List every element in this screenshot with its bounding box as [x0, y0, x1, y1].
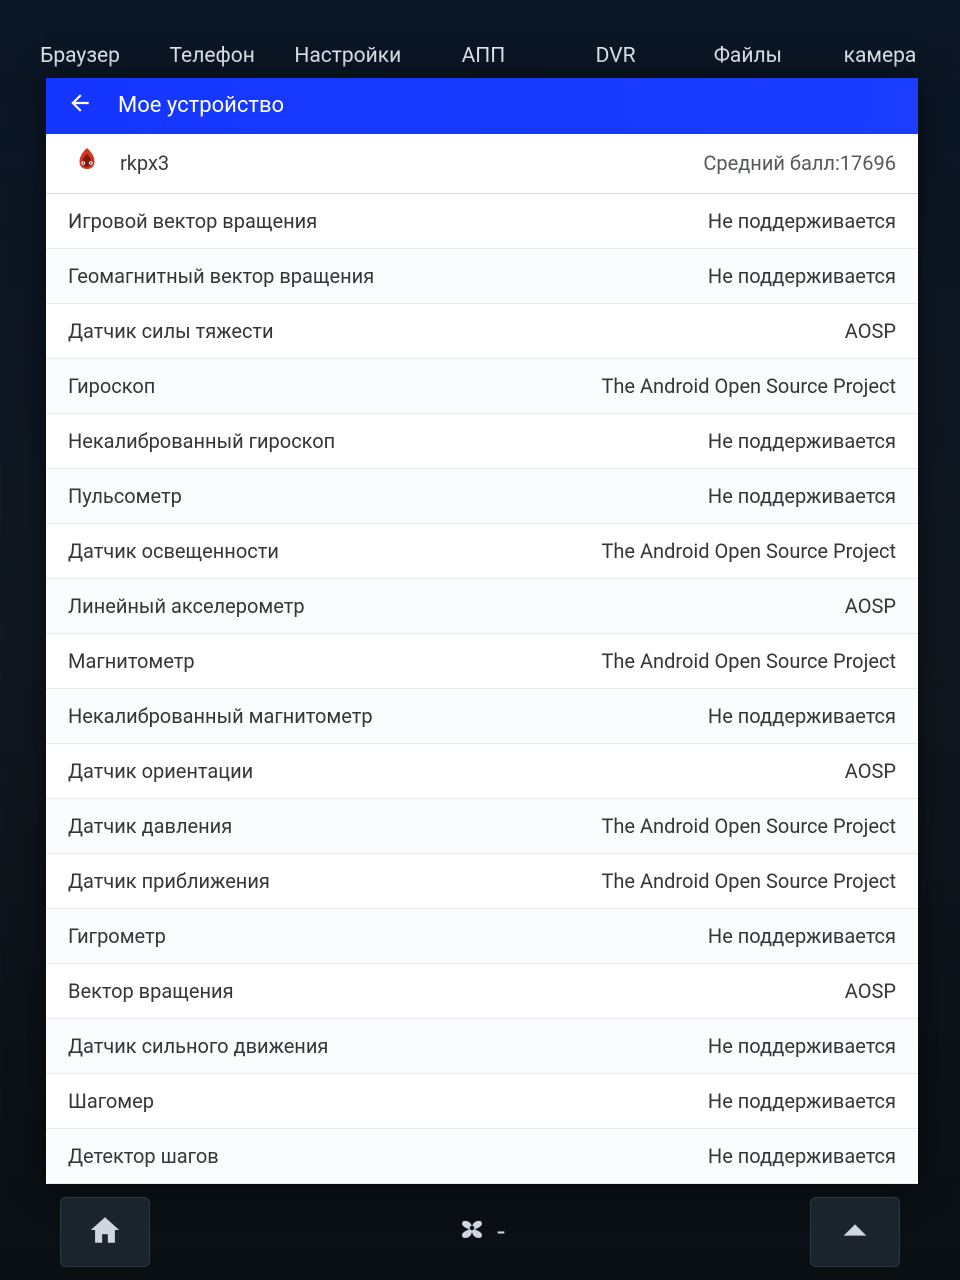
- sensor-value: The Android Open Source Project: [601, 374, 896, 398]
- sensor-value: Не поддерживается: [708, 1034, 896, 1058]
- sensor-label: Датчик силы тяжести: [68, 319, 274, 343]
- sensor-value: Не поддерживается: [708, 704, 896, 728]
- sensor-row[interactable]: Датчик приближения The Android Open Sourc…: [46, 854, 918, 909]
- bottom-nav-bar: -: [0, 1184, 960, 1280]
- launcher-label: DVR: [596, 44, 636, 68]
- app-header: Мое устройство: [46, 78, 918, 134]
- sensor-value: AOSP: [845, 594, 896, 618]
- sensor-row[interactable]: Датчик давления The Android Open Source P…: [46, 799, 918, 854]
- sensor-label: Некалиброванный гироскоп: [68, 429, 335, 453]
- sensor-label: Пульсометр: [68, 484, 182, 508]
- sensor-value: Не поддерживается: [708, 924, 896, 948]
- antutu-app: Мое устройство rkpx3 Средний балл:17696 …: [46, 78, 918, 1184]
- sensor-row[interactable]: Вектор вращения AOSP: [46, 964, 918, 1019]
- back-button[interactable]: [60, 86, 100, 126]
- sensor-value: Не поддерживается: [708, 264, 896, 288]
- device-name: rkpx3: [120, 151, 169, 175]
- sensor-value: AOSP: [845, 319, 896, 343]
- antutu-flame-icon: [68, 144, 106, 182]
- sensor-value: Не поддерживается: [708, 484, 896, 508]
- arrow-left-icon: [67, 90, 93, 122]
- sensor-row[interactable]: Шагомер Не поддерживается: [46, 1074, 918, 1129]
- page-title: Мое устройство: [118, 93, 284, 118]
- launcher-item-phone[interactable]: Телефон: [162, 44, 262, 68]
- sensor-label: Магнитометр: [68, 649, 195, 673]
- sensor-value: The Android Open Source Project: [601, 869, 896, 893]
- device-score: Средний балл:17696: [703, 151, 896, 175]
- sensor-value: The Android Open Source Project: [601, 649, 896, 673]
- sensor-value: AOSP: [845, 759, 896, 783]
- launcher-label: Телефон: [170, 44, 255, 68]
- sensor-row[interactable]: Магнитометр The Android Open Source Proje…: [46, 634, 918, 689]
- sensor-label: Датчик давления: [68, 814, 232, 838]
- sensor-row[interactable]: Гигрометр Не поддерживается: [46, 909, 918, 964]
- chevron-up-icon: [838, 1213, 872, 1251]
- sensor-row[interactable]: Некалиброванный гироскоп Не поддерживаетс…: [46, 414, 918, 469]
- sensor-row[interactable]: Некалиброванный магнитометр Не поддержива…: [46, 689, 918, 744]
- sensor-value: The Android Open Source Project: [601, 814, 896, 838]
- sensor-label: Игровой вектор вращения: [68, 209, 317, 233]
- screen: Браузер Телефон Настройки АПП DVR Файлы …: [0, 0, 960, 1280]
- launcher-item-settings[interactable]: Настройки: [294, 44, 401, 68]
- launcher-item-files[interactable]: Файлы: [698, 44, 798, 68]
- device-summary: rkpx3 Средний балл:17696: [46, 134, 918, 194]
- sensor-value: The Android Open Source Project: [601, 539, 896, 563]
- sensor-label: Гигрометр: [68, 924, 166, 948]
- sensor-label: Линейный акселерометр: [68, 594, 305, 618]
- sensor-row[interactable]: Датчик силы тяжести AOSP: [46, 304, 918, 359]
- launcher-label: АПП: [462, 44, 506, 68]
- sensor-label: Датчик приближения: [68, 869, 270, 893]
- sensor-label: Вектор вращения: [68, 979, 234, 1003]
- sensor-label: Геомагнитный вектор вращения: [68, 264, 374, 288]
- fan-widget[interactable]: -: [455, 1211, 505, 1252]
- home-icon: [88, 1213, 122, 1251]
- launcher-item-app[interactable]: АПП: [433, 44, 533, 68]
- sensor-label: Гироскоп: [68, 374, 155, 398]
- sensor-label: Детектор шагов: [68, 1144, 219, 1168]
- launcher-item-browser[interactable]: Браузер: [30, 44, 130, 68]
- sensor-row[interactable]: Датчик ориентации AOSP: [46, 744, 918, 799]
- launcher-label: Файлы: [714, 44, 782, 68]
- sensor-row[interactable]: Гироскоп The Android Open Source Project: [46, 359, 918, 414]
- launcher-label: камера: [844, 44, 917, 68]
- sensor-label: Датчик ориентации: [68, 759, 253, 783]
- launcher-label: Настройки: [294, 44, 401, 68]
- sensor-value: Не поддерживается: [708, 429, 896, 453]
- sensor-value: AOSP: [845, 979, 896, 1003]
- up-button[interactable]: [810, 1197, 900, 1267]
- launcher-label: Браузер: [40, 44, 120, 68]
- sensor-row[interactable]: Детектор шагов Не поддерживается: [46, 1129, 918, 1184]
- sensor-row[interactable]: Геомагнитный вектор вращения Не поддержив…: [46, 249, 918, 304]
- fan-icon: [455, 1211, 489, 1252]
- launcher-bar: Браузер Телефон Настройки АПП DVR Файлы …: [0, 0, 960, 78]
- sensor-label: Шагомер: [68, 1089, 154, 1113]
- sensor-label: Датчик сильного движения: [68, 1034, 328, 1058]
- sensor-value: Не поддерживается: [708, 1089, 896, 1113]
- launcher-item-camera[interactable]: камера: [830, 44, 930, 68]
- sensor-row[interactable]: Линейный акселерометр AOSP: [46, 579, 918, 634]
- sensor-label: Датчик освещенности: [68, 539, 279, 563]
- sensor-list[interactable]: Игровой вектор вращения Не поддерживается…: [46, 194, 918, 1184]
- sensor-value: Не поддерживается: [708, 1144, 896, 1168]
- sensor-row[interactable]: Датчик освещенности The Android Open Sour…: [46, 524, 918, 579]
- sensor-value: Не поддерживается: [708, 209, 896, 233]
- sensor-row[interactable]: Игровой вектор вращения Не поддерживается: [46, 194, 918, 249]
- home-button[interactable]: [60, 1197, 150, 1267]
- sensor-row[interactable]: Пульсометр Не поддерживается: [46, 469, 918, 524]
- fan-text: -: [497, 1215, 505, 1248]
- launcher-item-dvr[interactable]: DVR: [566, 44, 666, 68]
- sensor-label: Некалиброванный магнитометр: [68, 704, 373, 728]
- sensor-row[interactable]: Датчик сильного движения Не поддерживаетс…: [46, 1019, 918, 1074]
